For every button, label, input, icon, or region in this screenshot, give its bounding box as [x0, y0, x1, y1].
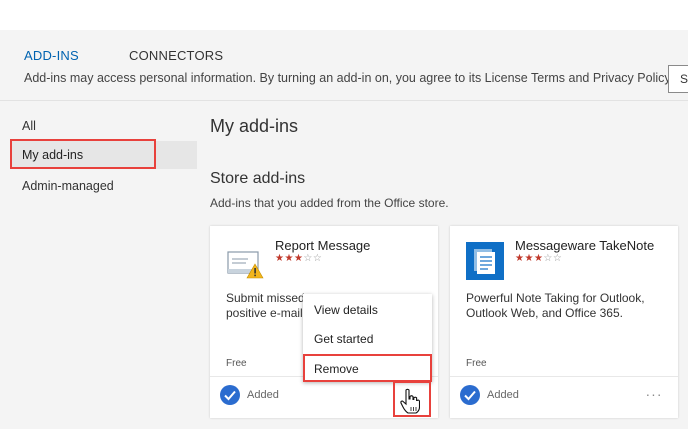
top-bar [0, 0, 688, 30]
star-icon-filled: ★ [524, 253, 534, 264]
star-icon-filled: ★ [284, 253, 294, 264]
hand-pointer-cursor-icon [400, 388, 421, 414]
envelope-warning-icon [226, 242, 264, 280]
more-options-button[interactable]: ··· [642, 386, 666, 402]
card-price: Free [226, 358, 247, 369]
section-title: Store add-ins [210, 170, 306, 187]
menu-item-get-started[interactable]: Get started [314, 332, 373, 346]
search-button-label: Se [680, 72, 688, 86]
add-in-card-messageware-takenote[interactable]: Messageware TakeNote ★★★☆☆ Powerful Note… [450, 226, 678, 418]
notes-icon [466, 242, 504, 280]
page-title: My add-ins [210, 116, 299, 136]
privacy-notice: Add-ins may access personal information.… [24, 71, 674, 85]
card-description-line: Powerful Note Taking for Outlook, [466, 291, 645, 305]
checkmark-circle-icon [460, 385, 480, 405]
header-divider [0, 100, 688, 101]
star-icon-filled: ★ [293, 253, 304, 264]
star-icon-empty: ☆ [303, 253, 313, 264]
star-icon-empty: ☆ [543, 253, 553, 264]
checkmark-circle-icon [220, 385, 240, 405]
tab-connectors[interactable]: CONNECTORS [129, 48, 223, 63]
star-icon-filled: ★ [533, 253, 544, 264]
card-description: Powerful Note Taking for Outlook, Outloo… [466, 291, 676, 321]
star-rating: ★★★☆☆ [515, 253, 562, 264]
star-rating: ★★★☆☆ [275, 253, 322, 264]
star-icon-empty: ☆ [312, 253, 323, 264]
status-label: Added [487, 389, 519, 401]
highlight-box-remove [303, 354, 432, 382]
card-title: Messageware TakeNote [515, 238, 655, 253]
sidebar-item-admin-managed[interactable]: Admin-managed [22, 179, 114, 193]
section-subtitle: Add-ins that you added from the Office s… [210, 196, 449, 210]
status-label: Added [247, 389, 279, 401]
search-button[interactable]: Se [668, 65, 688, 93]
card-price: Free [466, 358, 487, 369]
star-icon-empty: ☆ [552, 253, 563, 264]
card-divider [450, 376, 678, 377]
tab-add-ins[interactable]: ADD-INS [24, 48, 79, 63]
card-title: Report Message [275, 238, 371, 253]
highlight-box-my-add-ins [10, 139, 156, 169]
sidebar-item-all[interactable]: All [22, 119, 36, 133]
menu-item-view-details[interactable]: View details [314, 303, 378, 317]
card-description-line: Outlook Web, and Office 365. [466, 306, 623, 320]
